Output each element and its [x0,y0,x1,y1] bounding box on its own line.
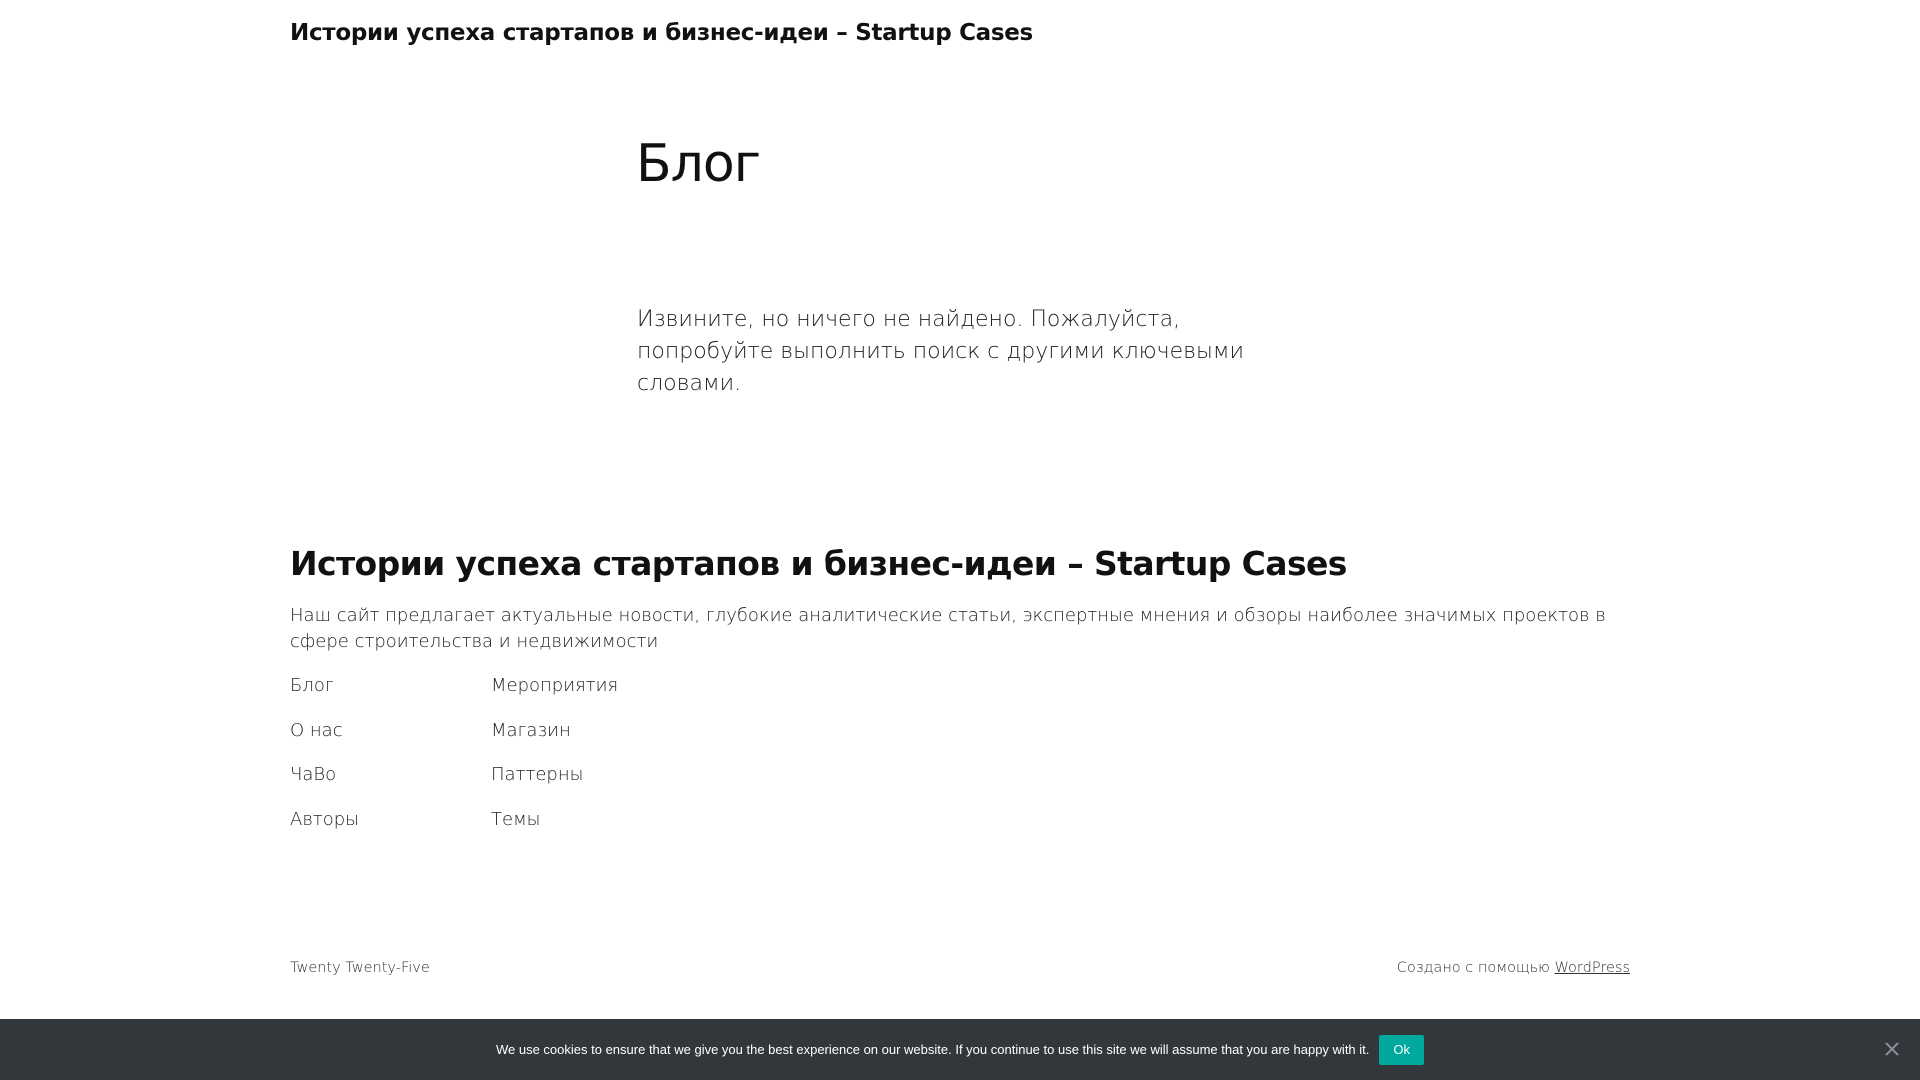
cookie-notice: We use cookies to ensure that we give yo… [0,1019,1920,1080]
footer-description: Наш сайт предлагает актуальные новости, … [290,605,1606,652]
footer-nav-item-themes[interactable]: Темы [491,805,618,850]
cookie-accept-button[interactable]: Ok [1379,1034,1425,1065]
site-header: Истории успеха стартапов и бизнес-идеи –… [290,20,1033,46]
theme-credit: Twenty Twenty-Five [290,960,430,976]
footer-nav-column-1: Блог О нас ЧаВо Авторы [290,671,359,849]
powered-by-prefix: Создано с помощью [1396,960,1555,976]
footer-nav-item-patterns[interactable]: Паттерны [491,760,618,805]
page-title: Блог [636,134,761,194]
footer-nav-item-shop[interactable]: Магазин [491,716,618,761]
footer-nav-item-events[interactable]: Мероприятия [491,671,618,716]
cookie-notice-text: We use cookies to ensure that we give yo… [495,1042,1370,1057]
footer-nav-item-about[interactable]: О нас [290,716,359,761]
powered-by: Создано с помощью WordPress [1397,960,1630,976]
footer-nav-item-faq[interactable]: ЧаВо [290,760,359,805]
site-title-link[interactable]: Истории успеха стартапов и бизнес-идеи –… [290,20,1033,46]
close-icon[interactable] [1881,1038,1903,1060]
page: Истории успеха стартапов и бизнес-идеи –… [0,0,1920,1080]
wordpress-link[interactable]: WordPress [1555,960,1630,976]
footer-nav-item-authors[interactable]: Авторы [290,805,359,850]
footer-site-title-link[interactable]: Истории успеха стартапов и бизнес-идеи –… [290,544,1347,583]
no-results-message: Извините, но ничего не найдено. Пожалуйс… [637,307,1244,396]
footer-nav-item-blog[interactable]: Блог [290,671,359,716]
footer-nav-column-2: Мероприятия Магазин Паттерны Темы [491,671,618,849]
